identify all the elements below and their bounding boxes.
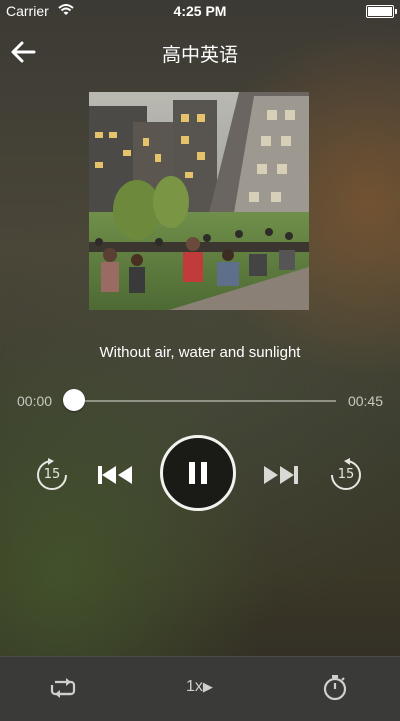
album-artwork [89,92,309,310]
track-title: Without air, water and sunlight [99,344,301,361]
duration-time: 00:45 [347,393,383,409]
current-time: 00:00 [17,393,53,409]
next-track-icon [264,466,298,484]
stopwatch-icon[interactable] [322,674,348,702]
status-time: 4:25 PM [173,3,227,19]
rewind-seconds-label: 15 [43,467,61,482]
battery-icon [366,5,397,18]
forward-15-button[interactable]: 15 [328,457,364,493]
forward-seconds-label: 15 [337,467,355,482]
repeat-icon[interactable] [49,676,77,698]
seek-bar[interactable] [64,400,336,402]
play-arrow-icon: ▶ [202,679,213,694]
rewind-15-button[interactable]: 15 [34,457,70,493]
status-bar: Carrier 4:25 PM [0,0,400,22]
seek-thumb[interactable] [63,389,85,411]
playback-speed-button[interactable]: 1x▶ [186,678,213,696]
next-track-button[interactable] [262,464,300,486]
page-title: 高中英语 [161,44,238,66]
previous-track-button[interactable] [96,464,134,486]
speed-label: 1x [186,678,203,695]
previous-track-icon [98,466,132,484]
pause-button[interactable] [160,435,236,511]
